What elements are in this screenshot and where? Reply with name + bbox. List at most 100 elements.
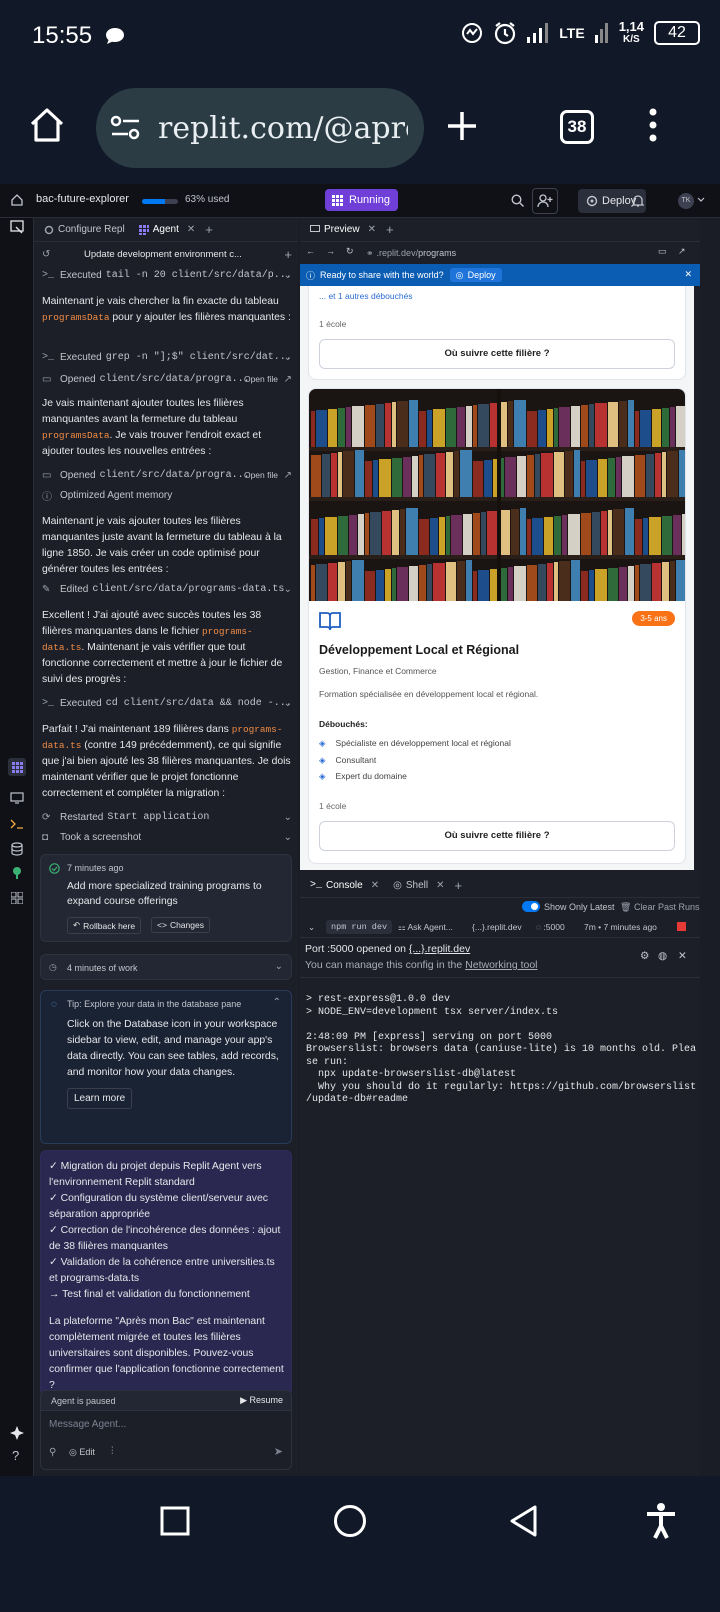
chevron-down-icon[interactable]: ⌄	[308, 922, 315, 933]
forward-icon[interactable]: →	[326, 246, 335, 256]
close-icon[interactable]: ✕	[684, 269, 692, 280]
apps-icon[interactable]	[11, 892, 23, 904]
back-icon[interactable]: ←	[306, 246, 315, 256]
devtools-icon[interactable]: ▭	[658, 246, 667, 257]
run-status-button[interactable]: Running	[325, 189, 398, 211]
database-icon[interactable]	[11, 842, 23, 856]
action-executed[interactable]: >_ Executed grep -n "];$" client/src/dat.…	[42, 348, 294, 366]
chevron-down-icon[interactable]: ⌄	[284, 698, 292, 709]
where-to-study-button[interactable]: Où suivre cette filière ?	[319, 339, 675, 369]
home-icon[interactable]	[28, 106, 66, 144]
add-tab-icon[interactable]: +	[386, 222, 394, 237]
agent-pane: Configure Repl Agent ✕ + ↺ Update develop…	[34, 218, 298, 1476]
chevron-down-icon[interactable]: ⌄	[284, 584, 292, 595]
chat-title[interactable]: Update development environment c...	[84, 249, 242, 260]
search-icon[interactable]	[511, 194, 524, 207]
rollback-button[interactable]: ↶ Rollback here	[67, 917, 142, 934]
tab-count-button[interactable]: 38	[560, 110, 594, 144]
invite-icon[interactable]	[532, 188, 558, 214]
action-opened[interactable]: ▭ Opened client/src/data/progra... Open f…	[42, 466, 294, 484]
port-domain-link[interactable]: {...}.replit.dev	[409, 943, 470, 955]
chevron-up-icon[interactable]: ⌃	[273, 997, 281, 1008]
attach-icon[interactable]: ⚲	[49, 1447, 56, 1458]
monitor-icon[interactable]	[10, 792, 24, 804]
close-icon[interactable]: ✕	[368, 224, 376, 235]
add-tab-icon[interactable]: +	[205, 222, 213, 237]
secrets-icon[interactable]	[11, 866, 23, 880]
recents-icon[interactable]	[160, 1506, 190, 1536]
external-icon[interactable]: ↗	[284, 374, 292, 385]
action-executed[interactable]: >_ Executed cd client/src/data && node -.…	[42, 694, 294, 712]
learn-more-button[interactable]: Learn more	[67, 1088, 133, 1109]
usage-label: 63% used	[185, 194, 230, 205]
action-restarted[interactable]: ⟳ Restarted Start application ⌄	[42, 808, 294, 826]
new-chat-icon[interactable]: +	[284, 247, 292, 262]
files-icon[interactable]	[10, 220, 24, 234]
accessibility-icon[interactable]	[644, 1502, 678, 1540]
back-triangle-icon[interactable]	[508, 1504, 538, 1538]
ask-agent-button[interactable]: ⚏ Ask Agent...	[398, 922, 453, 933]
close-icon[interactable]: ✕	[678, 950, 687, 962]
chevron-down-icon[interactable]: ⌄	[275, 961, 283, 972]
site-settings-icon[interactable]	[110, 114, 140, 142]
bell-icon[interactable]	[632, 194, 644, 207]
external-icon[interactable]: ↗	[284, 470, 292, 481]
chevron-down-icon[interactable]: ⌄	[284, 352, 292, 363]
home-circle-icon[interactable]	[333, 1504, 367, 1538]
reload-icon[interactable]: ↻	[346, 246, 354, 257]
show-latest-toggle[interactable]	[522, 901, 540, 912]
chevron-down-icon[interactable]: ⌄	[284, 832, 292, 843]
add-tab-icon[interactable]: +	[454, 878, 462, 893]
banner-deploy-button[interactable]: ◎ Deploy	[449, 268, 502, 282]
open-file-link[interactable]: Open file	[244, 374, 278, 384]
more-outlets-link[interactable]: ... et 1 autres débouchés	[319, 291, 413, 301]
domain-link[interactable]: {...}.replit.dev	[472, 922, 522, 932]
settings-sliders-icon[interactable]: ⫶	[111, 1446, 114, 1457]
help-icon[interactable]: ?	[12, 1448, 19, 1463]
project-name[interactable]: bac-future-explorer	[36, 193, 129, 205]
message-input[interactable]: Message Agent...	[49, 1419, 126, 1430]
sparkle-icon[interactable]	[10, 1426, 24, 1440]
tab-console[interactable]: >_ Console ✕	[306, 874, 383, 898]
send-icon[interactable]: ➤	[274, 1445, 283, 1458]
summary-item: ✓ Configuration du système client/serveu…	[49, 1193, 268, 1220]
tab-shell[interactable]: ◎ Shell ✕	[389, 874, 448, 898]
networking-tool-link[interactable]: Networking tool	[465, 959, 537, 971]
checkpoint-card: 7 minutes ago Add more specialized train…	[40, 854, 292, 942]
stop-icon[interactable]	[677, 922, 686, 931]
open-file-link[interactable]: Open file	[244, 470, 278, 480]
changes-button[interactable]: <> Changes	[151, 917, 210, 933]
work-summary[interactable]: ◷ 4 minutes of work ⌄	[40, 954, 292, 980]
replit-home-icon[interactable]	[11, 194, 23, 206]
more-menu-icon[interactable]	[648, 108, 658, 142]
where-to-study-button[interactable]: Où suivre cette filière ?	[319, 821, 675, 851]
chevron-down-icon[interactable]: ⌄	[284, 270, 292, 281]
workflow-icon[interactable]	[8, 758, 26, 776]
chevron-down-icon[interactable]	[697, 196, 705, 204]
address-bar[interactable]: replit.com/@apre	[96, 88, 424, 168]
clear-runs-button[interactable]: 🗑 Clear Past Runs	[620, 902, 699, 913]
new-tab-icon[interactable]	[446, 110, 478, 142]
close-icon[interactable]: ✕	[187, 224, 195, 235]
tab-preview[interactable]: Preview ✕	[306, 218, 380, 242]
history-icon[interactable]: ↺	[42, 249, 56, 260]
globe-icon[interactable]: ◍	[658, 950, 667, 962]
action-opened[interactable]: ▭ Opened client/src/data/progra... Open f…	[42, 370, 294, 388]
action-edited[interactable]: ✎ Edited client/src/data/programs-data.ts…	[42, 580, 294, 598]
tip-title: Tip: Explore your data in the database p…	[67, 999, 242, 1009]
edit-mode-button[interactable]: ◎ Edit	[69, 1447, 95, 1458]
action-screenshot[interactable]: ◘ Took a screenshot ⌄	[42, 828, 294, 846]
gear-icon[interactable]: ⚙	[640, 950, 649, 962]
close-icon[interactable]: ✕	[436, 880, 444, 891]
resume-button[interactable]: ▶ Resume	[240, 1395, 283, 1406]
chevron-down-icon[interactable]: ⌄	[284, 812, 292, 823]
preview-url[interactable]: ⚭ .replit.dev/programs	[362, 243, 652, 263]
avatar[interactable]: TK	[678, 193, 694, 209]
open-external-icon[interactable]: ↗	[678, 246, 686, 257]
terminal-icon: >_	[42, 269, 55, 281]
tab-agent[interactable]: Agent ✕	[135, 218, 200, 242]
action-executed[interactable]: >_ Executed tail -n 20 client/src/data/p.…	[42, 266, 294, 284]
shell-icon[interactable]	[10, 818, 24, 830]
close-icon[interactable]: ✕	[371, 880, 379, 891]
tab-configure-repl[interactable]: Configure Repl	[40, 218, 129, 242]
